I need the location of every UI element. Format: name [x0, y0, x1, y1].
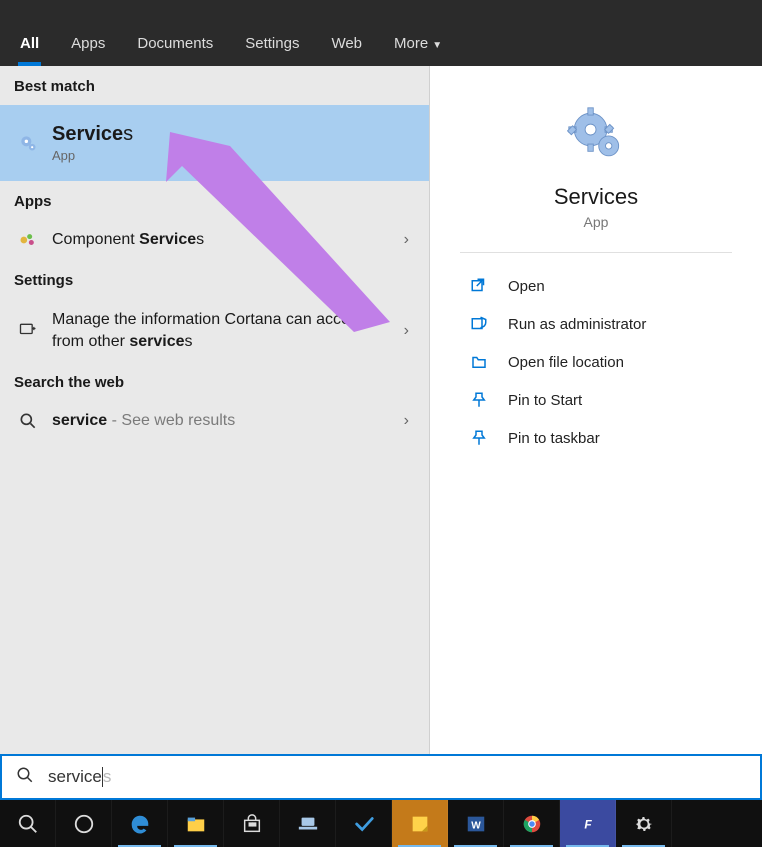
- section-settings: Settings: [0, 260, 429, 299]
- result-title: Manage the information Cortana can acces…: [52, 309, 398, 352]
- pin-icon: [470, 391, 494, 409]
- search-scope-tabs: All Apps Documents Settings Web More ▼: [0, 0, 762, 66]
- action-label: Pin to taskbar: [508, 430, 600, 447]
- taskbar-settings-button[interactable]: [616, 800, 672, 847]
- action-label: Pin to Start: [508, 392, 582, 409]
- folder-icon: [470, 353, 494, 371]
- section-web: Search the web: [0, 362, 429, 401]
- preview-title: Services: [430, 184, 762, 210]
- search-box[interactable]: services: [0, 754, 762, 800]
- action-label: Open: [508, 278, 545, 295]
- taskbar-chrome-button[interactable]: [504, 800, 560, 847]
- services-large-icon: [567, 106, 625, 164]
- search-results-panel: Best match Services App Apps Component S…: [0, 66, 430, 754]
- taskbar-stickynotes-button[interactable]: [392, 800, 448, 847]
- pin-icon: [470, 429, 494, 447]
- tab-more-label: More: [394, 35, 428, 52]
- result-title: Component Services: [52, 231, 398, 249]
- action-open-location[interactable]: Open file location: [430, 343, 762, 381]
- open-icon: [470, 277, 494, 295]
- chevron-right-icon[interactable]: ›: [398, 322, 415, 340]
- taskbar-word-button[interactable]: W: [448, 800, 504, 847]
- taskbar: W F: [0, 800, 762, 847]
- action-pin-start[interactable]: Pin to Start: [430, 381, 762, 419]
- chevron-right-icon[interactable]: ›: [398, 412, 415, 430]
- component-services-icon: [14, 230, 42, 250]
- preview-panel: Services App Open Run as administrator O…: [430, 66, 762, 754]
- action-pin-taskbar[interactable]: Pin to taskbar: [430, 419, 762, 457]
- tab-web[interactable]: Web: [319, 23, 374, 66]
- tab-all[interactable]: All: [8, 23, 51, 66]
- result-cortana-info[interactable]: Manage the information Cortana can acces…: [0, 299, 429, 362]
- result-title: Services: [52, 123, 415, 146]
- tab-documents[interactable]: Documents: [125, 23, 225, 66]
- chevron-right-icon[interactable]: ›: [398, 231, 415, 249]
- tab-more[interactable]: More ▼: [382, 23, 454, 66]
- taskbar-edge-button[interactable]: [112, 800, 168, 847]
- chevron-down-icon: ▼: [432, 40, 442, 51]
- taskbar-laptop-button[interactable]: [280, 800, 336, 847]
- section-best-match: Best match: [0, 66, 429, 105]
- separator: [460, 252, 732, 253]
- action-run-admin[interactable]: Run as administrator: [430, 305, 762, 343]
- taskbar-cortana-button[interactable]: [56, 800, 112, 847]
- gear-icon: [14, 133, 42, 153]
- result-component-services[interactable]: Component Services ›: [0, 220, 429, 260]
- action-label: Run as administrator: [508, 316, 646, 333]
- shield-icon: [470, 315, 494, 333]
- search-icon: [14, 411, 42, 431]
- taskbar-search-button[interactable]: [0, 800, 56, 847]
- tab-apps[interactable]: Apps: [59, 23, 117, 66]
- search-input-text: services: [48, 767, 111, 788]
- taskbar-app-f-button[interactable]: F: [560, 800, 616, 847]
- tab-settings[interactable]: Settings: [233, 23, 311, 66]
- preview-sub: App: [430, 214, 762, 230]
- action-open[interactable]: Open: [430, 267, 762, 305]
- taskbar-todo-button[interactable]: [336, 800, 392, 847]
- svg-text:F: F: [584, 817, 592, 831]
- result-sub: App: [52, 148, 415, 163]
- result-services-app[interactable]: Services App: [0, 105, 429, 181]
- action-label: Open file location: [508, 354, 624, 371]
- permissions-icon: [14, 321, 42, 341]
- taskbar-explorer-button[interactable]: [168, 800, 224, 847]
- result-title: service - See web results: [52, 412, 398, 430]
- section-apps: Apps: [0, 181, 429, 220]
- svg-text:W: W: [471, 820, 481, 831]
- search-icon: [16, 766, 34, 789]
- taskbar-store-button[interactable]: [224, 800, 280, 847]
- result-web-search[interactable]: service - See web results ›: [0, 401, 429, 441]
